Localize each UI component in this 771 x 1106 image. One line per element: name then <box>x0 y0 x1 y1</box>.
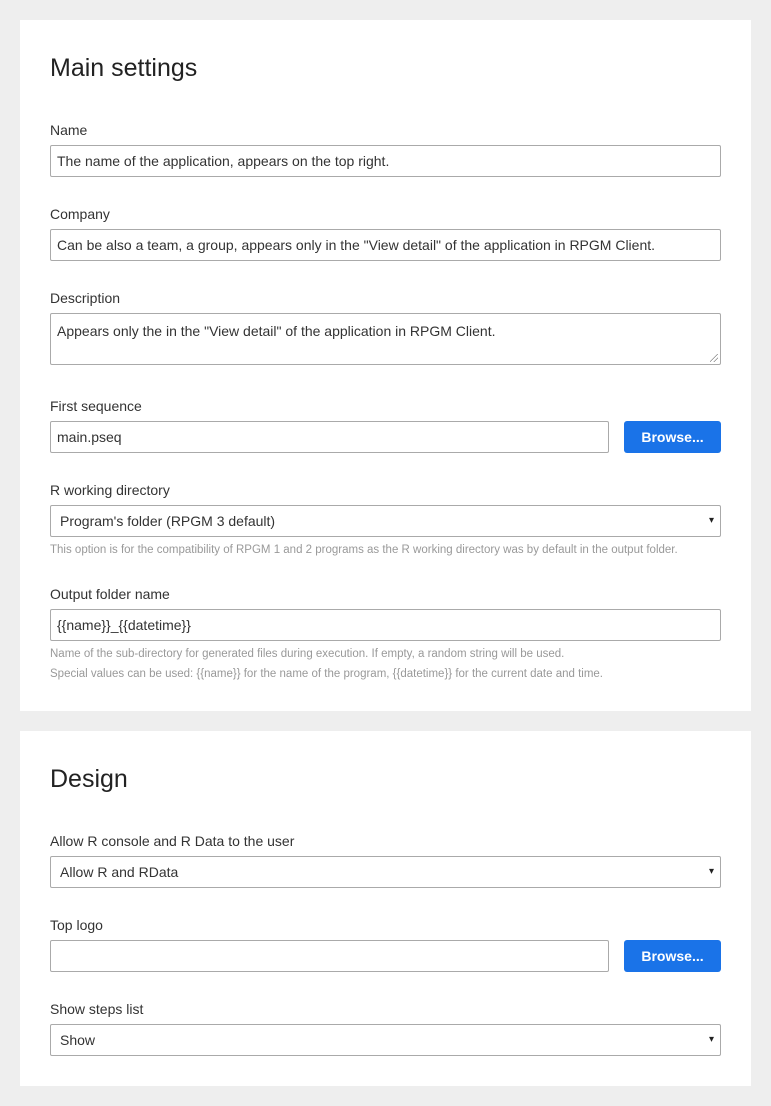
show-steps-list-selected: Show <box>60 1032 96 1048</box>
r-working-directory-select[interactable]: Program's folder (RPGM 3 default) ▾ <box>50 505 721 537</box>
show-steps-list-select[interactable]: Show ▾ <box>50 1024 721 1056</box>
chevron-down-icon: ▾ <box>708 1034 714 1045</box>
output-folder-label: Output folder name <box>50 586 170 602</box>
resize-grip-icon[interactable] <box>710 354 718 362</box>
description-label: Description <box>50 290 121 306</box>
first-sequence-browse-button[interactable]: Browse... <box>624 421 721 453</box>
first-sequence-label: First sequence <box>50 398 142 414</box>
allow-r-console-selected: Allow R and RData <box>60 864 179 880</box>
main-settings-title: Main settings <box>50 54 198 82</box>
r-working-directory-label: R working directory <box>50 482 170 498</box>
output-folder-help-line2: Special values can be used: {{name}} for… <box>50 668 603 680</box>
allow-r-console-select[interactable]: Allow R and RData ▾ <box>50 856 721 888</box>
r-working-directory-help: This option is for the compatibility of … <box>50 544 678 556</box>
output-folder-input[interactable]: {{name}}_{{datetime}} <box>50 609 721 641</box>
output-folder-help-line1: Name of the sub-directory for generated … <box>50 648 565 660</box>
name-input[interactable]: The name of the application, appears on … <box>50 145 721 177</box>
chevron-down-icon: ▾ <box>708 515 714 526</box>
chevron-down-icon: ▾ <box>708 866 714 877</box>
company-label: Company <box>50 206 110 222</box>
show-steps-list-label: Show steps list <box>50 1001 144 1017</box>
first-sequence-input[interactable]: main.pseq <box>50 421 609 453</box>
description-textarea[interactable]: Appears only the in the "View detail" of… <box>50 313 721 365</box>
design-title: Design <box>50 765 128 793</box>
main-settings-card: Main settings Name The name of the appli… <box>20 20 751 711</box>
r-working-directory-selected: Program's folder (RPGM 3 default) <box>60 513 276 529</box>
top-logo-label: Top logo <box>50 917 103 933</box>
design-card: Design Allow R console and R Data to the… <box>20 731 751 1086</box>
description-text: Appears only the in the "View detail" of… <box>57 323 496 339</box>
allow-r-console-label: Allow R console and R Data to the user <box>50 833 295 849</box>
company-input[interactable]: Can be also a team, a group, appears onl… <box>50 229 721 261</box>
top-logo-browse-button[interactable]: Browse... <box>624 940 721 972</box>
name-label: Name <box>50 122 88 138</box>
top-logo-input[interactable] <box>50 940 609 972</box>
